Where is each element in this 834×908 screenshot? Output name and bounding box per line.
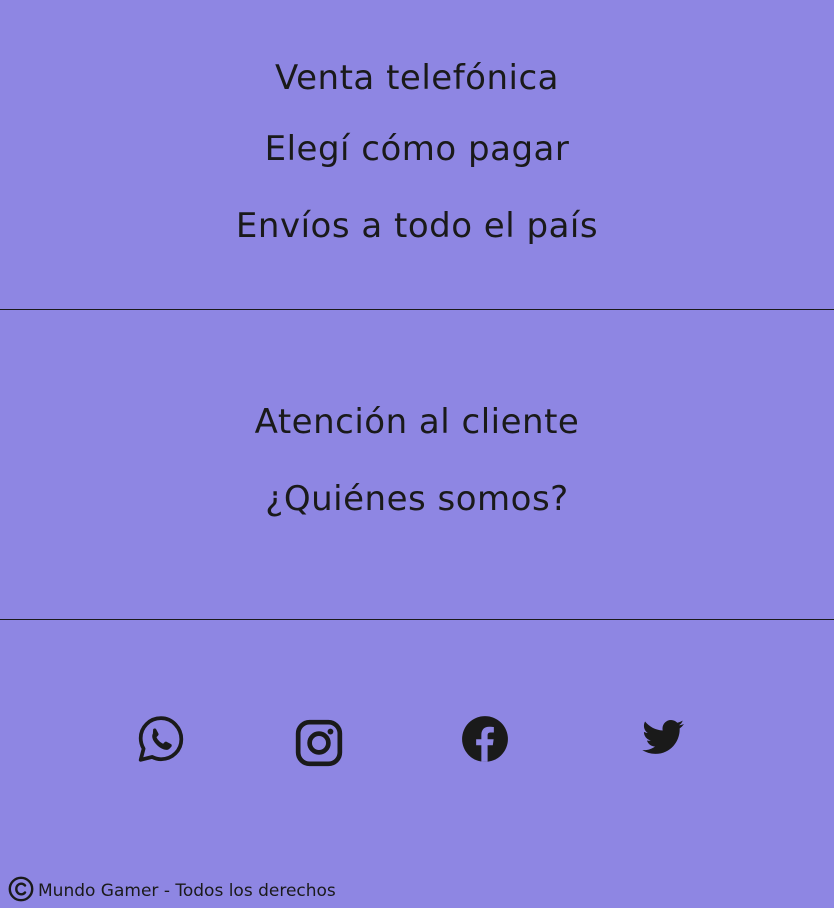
link-envios[interactable]: Envíos a todo el país xyxy=(0,206,834,246)
instagram-icon[interactable] xyxy=(294,718,344,768)
link-elegi-como-pagar[interactable]: Elegí cómo pagar xyxy=(0,129,834,169)
whatsapp-icon[interactable] xyxy=(136,714,186,764)
link-venta-telefonica[interactable]: Venta telefónica xyxy=(0,58,834,98)
section-divider-top xyxy=(0,309,834,310)
link-quienes-somos[interactable]: ¿Quiénes somos? xyxy=(0,479,834,519)
copyright-text: Mundo Gamer - Todos los derechos xyxy=(38,881,336,901)
link-atencion-al-cliente[interactable]: Atención al cliente xyxy=(0,402,834,442)
twitter-icon[interactable] xyxy=(638,713,688,763)
footer-page: Venta telefónica Elegí cómo pagar Envíos… xyxy=(0,0,834,908)
copyright-notice: Mundo Gamer - Todos los derechos xyxy=(8,876,408,908)
section-divider-bottom xyxy=(0,619,834,620)
facebook-icon[interactable] xyxy=(460,714,510,764)
copyright-icon xyxy=(8,876,34,902)
